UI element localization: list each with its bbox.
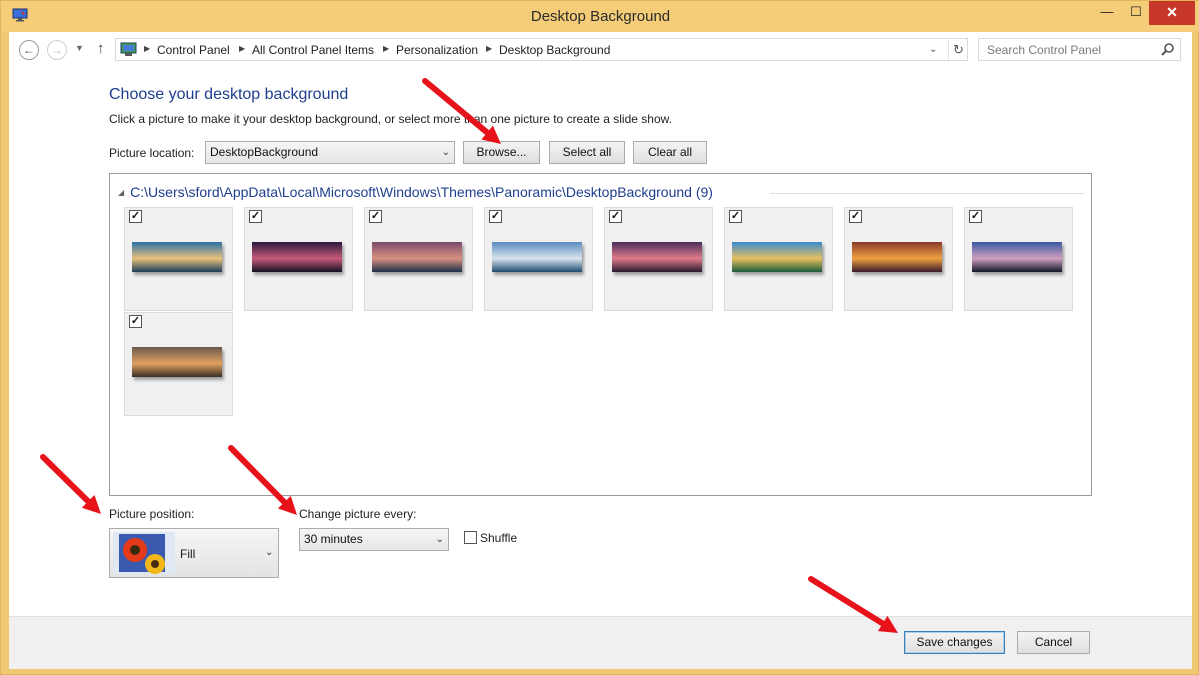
picture-location-label: Picture location: <box>109 146 195 160</box>
wallpaper-thumbnail[interactable]: ✓ <box>364 207 473 311</box>
chevron-down-icon: ⌄ <box>265 547 274 558</box>
panoramic-wallpaper-image <box>852 242 942 272</box>
shuffle-checkbox[interactable]: Shuffle <box>464 531 517 545</box>
fill-preview-image <box>113 532 175 574</box>
panoramic-wallpaper-image <box>972 242 1062 272</box>
address-bar[interactable]: ▶ Control Panel ▶ All Control Panel Item… <box>115 38 968 61</box>
recent-locations-chevron-icon[interactable]: ▼ <box>75 43 84 53</box>
maximize-button[interactable]: ☐ <box>1121 1 1151 25</box>
window-title: Desktop Background <box>530 8 671 25</box>
breadcrumb-personalization[interactable]: Personalization <box>396 43 478 57</box>
wallpaper-thumbnail[interactable]: ✓ <box>964 207 1073 311</box>
picture-position-label: Picture position: <box>109 507 195 521</box>
clear-all-button[interactable]: Clear all <box>633 141 707 164</box>
window-client-area: ← → ▼ ↑ ▶ Control Panel ▶ All Control Pa… <box>9 32 1192 669</box>
picture-group-path: C:\Users\sford\AppData\Local\Microsoft\W… <box>130 184 713 200</box>
browse-button[interactable]: Browse... <box>463 141 540 164</box>
picture-group-header[interactable]: ◢ C:\Users\sford\AppData\Local\Microsoft\… <box>118 184 713 200</box>
close-button[interactable]: ✕ <box>1149 1 1195 25</box>
thumbnail-checkbox[interactable]: ✓ <box>849 210 862 223</box>
search-icon[interactable] <box>1160 42 1176 58</box>
up-button[interactable]: ↑ <box>97 40 105 57</box>
picture-position-dropdown[interactable]: Fill ⌄ <box>109 528 279 578</box>
panoramic-wallpaper-image <box>732 242 822 272</box>
picture-location-dropdown[interactable]: DesktopBackground ⌄ <box>205 141 455 164</box>
breadcrumb-separator-icon: ▶ <box>383 44 390 53</box>
change-picture-label: Change picture every: <box>299 507 417 521</box>
breadcrumb-separator-icon: ▶ <box>144 44 151 53</box>
select-all-button[interactable]: Select all <box>549 141 625 164</box>
group-divider <box>770 193 1084 194</box>
breadcrumb-separator-icon: ▶ <box>486 44 493 53</box>
change-picture-value: 30 minutes <box>304 532 363 546</box>
picture-location-value: DesktopBackground <box>210 145 319 159</box>
page-instructions: Click a picture to make it your desktop … <box>109 112 672 126</box>
wallpaper-thumbnail[interactable]: ✓ <box>724 207 833 311</box>
search-input[interactable] <box>980 40 1155 59</box>
wallpaper-thumbnail[interactable]: ✓ <box>244 207 353 311</box>
wallpaper-thumbnail[interactable]: ✓ <box>604 207 713 311</box>
picture-gallery: ◢ C:\Users\sford\AppData\Local\Microsoft\… <box>109 173 1092 496</box>
panoramic-wallpaper-image <box>132 347 222 377</box>
breadcrumb-control-panel[interactable]: Control Panel <box>157 43 230 57</box>
thumbnail-checkbox[interactable]: ✓ <box>369 210 382 223</box>
thumbnail-checkbox[interactable]: ✓ <box>129 210 142 223</box>
wallpaper-thumbnail[interactable]: ✓ <box>124 207 233 311</box>
wallpaper-thumbnail[interactable]: ✓ <box>124 312 233 416</box>
panoramic-wallpaper-image <box>252 242 342 272</box>
chevron-down-icon: ⌄ <box>441 147 450 158</box>
thumbnail-checkbox[interactable]: ✓ <box>489 210 502 223</box>
thumbnail-checkbox[interactable]: ✓ <box>609 210 622 223</box>
save-changes-button[interactable]: Save changes <box>904 631 1005 654</box>
breadcrumb-desktop-background[interactable]: Desktop Background <box>499 43 610 57</box>
back-button[interactable]: ← <box>19 40 39 60</box>
wallpaper-thumbnail[interactable]: ✓ <box>484 207 593 311</box>
page-heading: Choose your desktop background <box>109 86 349 103</box>
wallpaper-thumbnail[interactable]: ✓ <box>844 207 953 311</box>
thumbnail-checkbox[interactable]: ✓ <box>969 210 982 223</box>
chevron-down-icon: ⌄ <box>435 534 444 545</box>
cancel-button[interactable]: Cancel <box>1017 631 1090 654</box>
panoramic-wallpaper-image <box>492 242 582 272</box>
footer-bar: Save changes Cancel <box>9 616 1192 669</box>
checkbox-icon[interactable] <box>464 531 477 544</box>
search-box[interactable] <box>978 38 1181 61</box>
picture-position-value: Fill <box>180 547 196 561</box>
address-history-chevron-icon[interactable]: ⌄ <box>929 44 937 55</box>
forward-button[interactable]: → <box>47 40 67 60</box>
refresh-icon[interactable]: ↻ <box>948 40 968 60</box>
change-picture-interval-dropdown[interactable]: 30 minutes ⌄ <box>299 528 449 551</box>
minimize-button[interactable]: — <box>1092 1 1122 25</box>
panoramic-wallpaper-image <box>372 242 462 272</box>
panoramic-wallpaper-image <box>612 242 702 272</box>
shuffle-label: Shuffle <box>480 531 518 545</box>
thumbnail-checkbox[interactable]: ✓ <box>249 210 262 223</box>
breadcrumb-separator-icon: ▶ <box>239 44 246 53</box>
thumbnail-checkbox[interactable]: ✓ <box>729 210 742 223</box>
breadcrumb-all-control-panel-items[interactable]: All Control Panel Items <box>252 43 374 57</box>
panoramic-wallpaper-image <box>132 242 222 272</box>
desktop-background-window: Desktop Background — ☐ ✕ ← → ▼ ↑ ▶ Contr… <box>0 0 1199 675</box>
title-bar: Desktop Background — ☐ ✕ <box>1 1 1199 32</box>
collapse-caret-icon[interactable]: ◢ <box>118 188 124 197</box>
control-panel-icon <box>120 42 137 56</box>
thumbnail-checkbox[interactable]: ✓ <box>129 315 142 328</box>
